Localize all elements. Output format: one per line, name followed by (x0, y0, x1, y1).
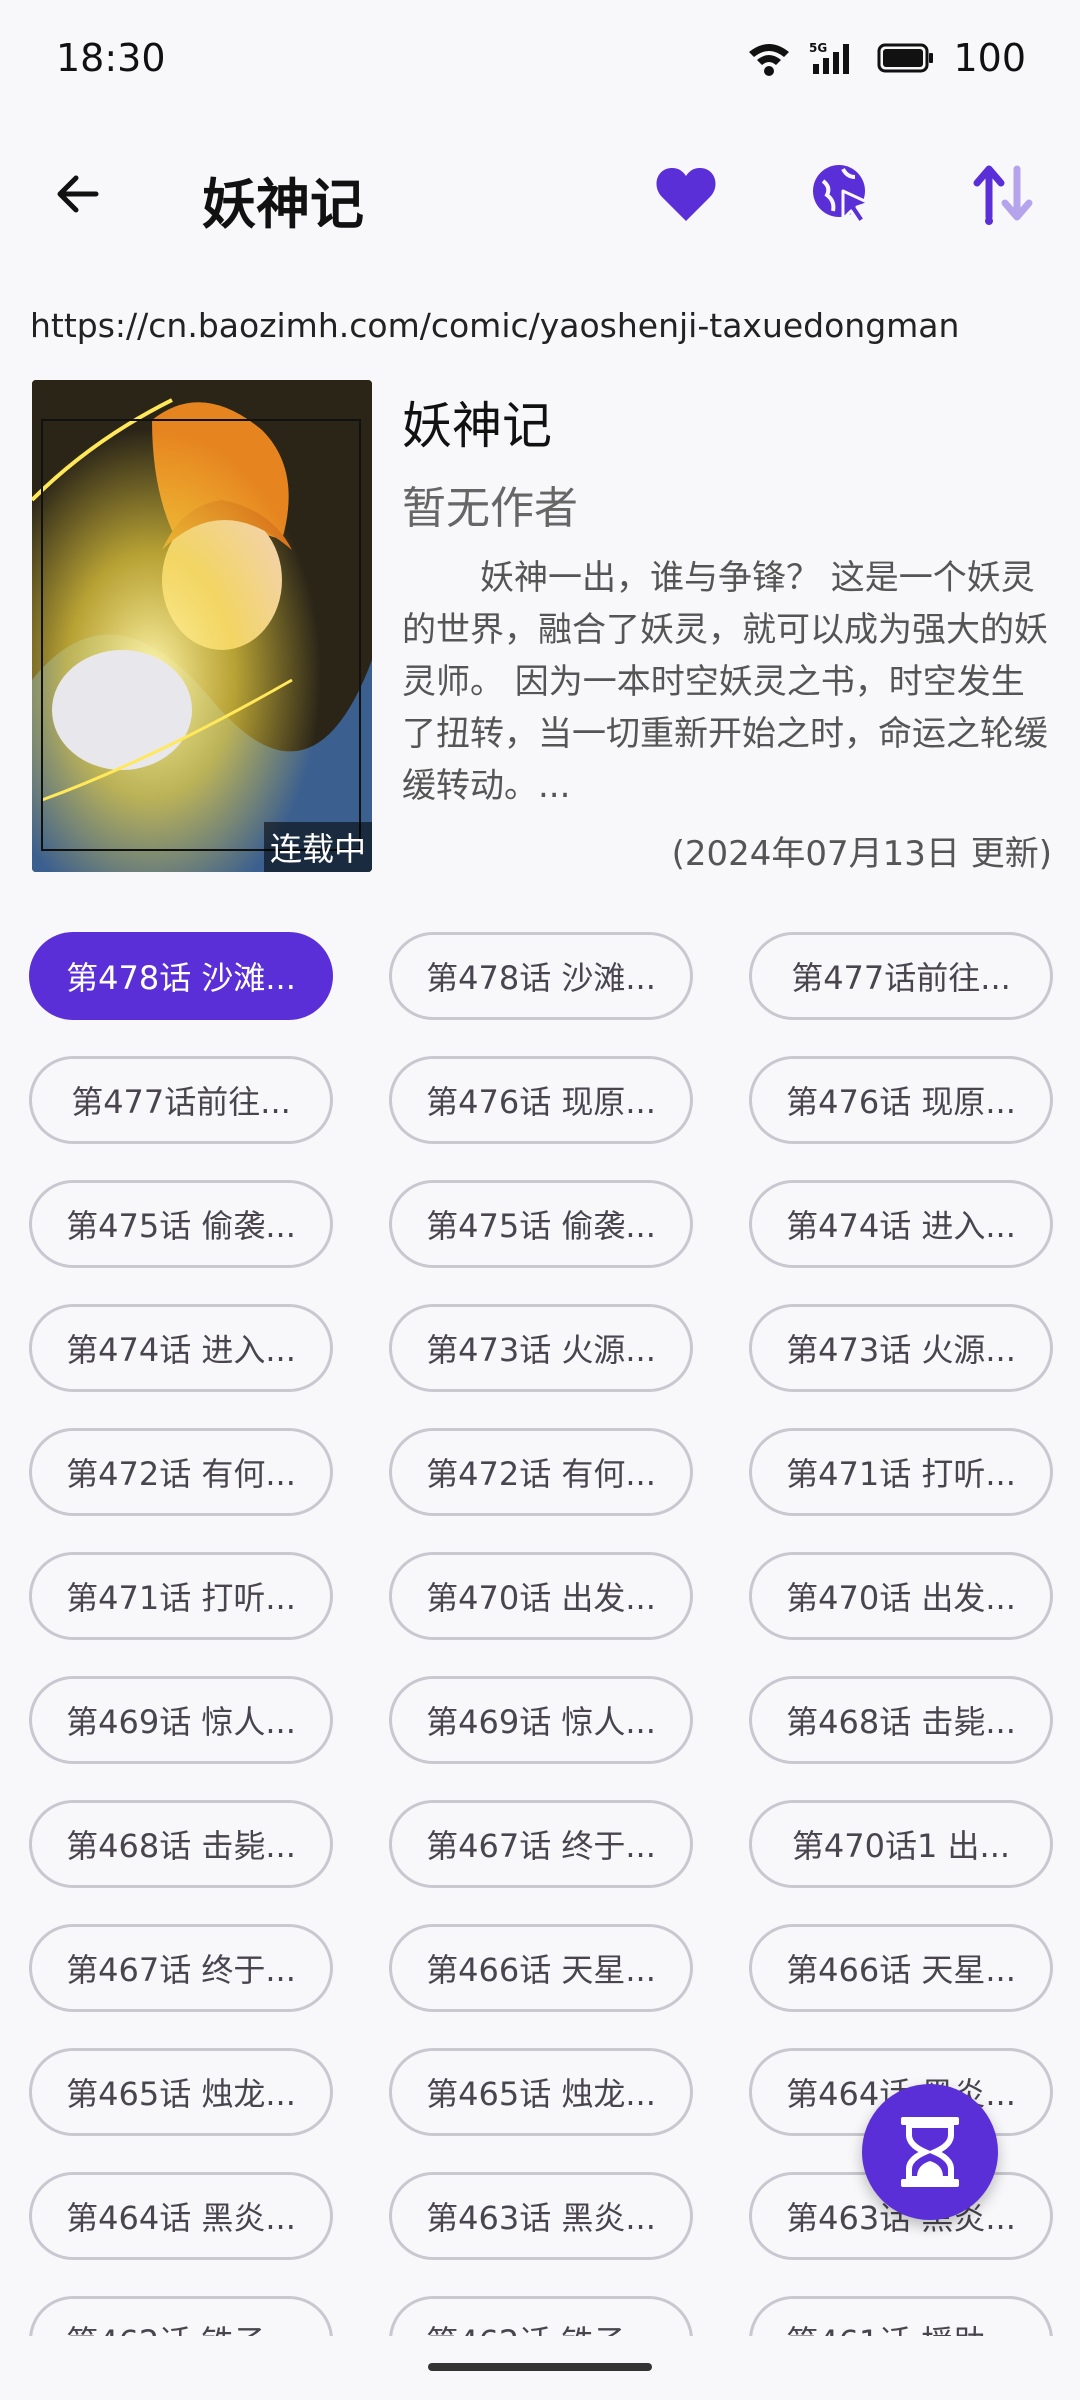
comic-title: 妖神记 (402, 397, 552, 455)
cover-illustration (32, 380, 372, 872)
status-time: 18:30 (56, 36, 166, 80)
chapter-chip[interactable]: 第462话 铁子... (29, 2296, 333, 2336)
chapter-chip[interactable]: 第474话 进入... (29, 1304, 333, 1392)
serialization-status-badge: 连载中 (263, 822, 372, 872)
chapter-chip[interactable]: 第473话 火源... (389, 1304, 693, 1392)
back-button[interactable] (40, 156, 116, 232)
chapter-chip[interactable]: 第466话 天星... (389, 1924, 693, 2012)
chapter-chip[interactable]: 第465话 烛龙... (389, 2048, 693, 2136)
chapter-chip[interactable]: 第469话 惊人... (29, 1676, 333, 1764)
sort-order-button[interactable] (960, 152, 1044, 236)
chapter-chip[interactable]: 第473话 火源... (749, 1304, 1053, 1392)
sort-order-icon (973, 165, 1033, 225)
comic-cover-image[interactable]: 连载中 (32, 380, 372, 872)
top-app-bar: 妖神记 (0, 124, 1080, 264)
chapter-chip[interactable]: 第475话 偷袭... (29, 1180, 333, 1268)
chapter-chip[interactable]: 第475话 偷袭... (389, 1180, 693, 1268)
status-bar: 18:30 5G 100 (0, 0, 1080, 124)
chapter-chip[interactable]: 第472话 有何... (29, 1428, 333, 1516)
chapter-chip[interactable]: 第471话 打听... (749, 1428, 1053, 1516)
gesture-navigation-handle[interactable] (428, 2363, 652, 2371)
chapter-chip[interactable]: 第478话 沙滩... (29, 932, 333, 1020)
open-in-browser-icon (813, 165, 871, 225)
comic-url[interactable]: https://cn.baozimh.com/comic/yaoshenji-t… (30, 306, 1060, 345)
comic-description: 妖神一出，谁与争锋？ 这是一个妖灵的世界，融合了妖灵，就可以成为强大的妖灵师。 … (402, 558, 1048, 806)
chapter-chip[interactable]: 第476话 现原... (389, 1056, 693, 1144)
chapter-chip[interactable]: 第477话前往... (749, 932, 1053, 1020)
cellular-signal-icon: 5G (809, 41, 850, 74)
chapter-chip[interactable]: 第474话 进入... (749, 1180, 1053, 1268)
chapter-chip[interactable]: 第468话 击毙... (29, 1800, 333, 1888)
hourglass-icon (901, 2117, 959, 2187)
chapter-chip[interactable]: 第463话 黑炎... (389, 2172, 693, 2260)
wifi-icon (749, 44, 790, 76)
chapter-chip[interactable]: 第467话 终于... (389, 1800, 693, 1888)
status-icons: 5G 100 (747, 36, 1026, 80)
chapter-chip[interactable]: 第466话 天星... (749, 1924, 1053, 2012)
network-type-label: 5G (809, 41, 827, 55)
chapter-chip[interactable]: 第478话 沙滩... (389, 932, 693, 1020)
chapter-chip[interactable]: 第477话前往... (29, 1056, 333, 1144)
chapter-chip[interactable]: 第470话 出发... (749, 1552, 1053, 1640)
chapter-chip[interactable]: 第464话 黑炎... (29, 2172, 333, 2260)
open-in-browser-button[interactable] (800, 152, 884, 236)
favorite-button[interactable] (644, 152, 728, 236)
page-title: 妖神记 (202, 173, 364, 236)
history-fab-button[interactable] (862, 2084, 998, 2220)
battery-level: 100 (953, 36, 1026, 80)
chapter-chip[interactable]: 第462话 铁子... (389, 2296, 693, 2336)
favorite-heart-icon (656, 167, 716, 221)
chapter-chip[interactable]: 第461话 援助... (749, 2296, 1053, 2336)
chapter-chip[interactable]: 第470话 出发... (389, 1552, 693, 1640)
battery-icon (877, 43, 934, 73)
last-updated-date: (2024年07月13日 更新) (671, 834, 1052, 874)
chapter-chip[interactable]: 第472话 有何... (389, 1428, 693, 1516)
chapter-chip[interactable]: 第467话 终于... (29, 1924, 333, 2012)
chapter-chip[interactable]: 第468话 击毙... (749, 1676, 1053, 1764)
chapter-chip[interactable]: 第471话 打听... (29, 1552, 333, 1640)
chapter-chip[interactable]: 第470话1 出... (749, 1800, 1053, 1888)
chapter-chip[interactable]: 第469话 惊人... (389, 1676, 693, 1764)
chapter-chip[interactable]: 第476话 现原... (749, 1056, 1053, 1144)
chapter-chip[interactable]: 第465话 烛龙... (29, 2048, 333, 2136)
comic-author: 暂无作者 (402, 483, 578, 534)
back-arrow-icon (57, 175, 99, 213)
